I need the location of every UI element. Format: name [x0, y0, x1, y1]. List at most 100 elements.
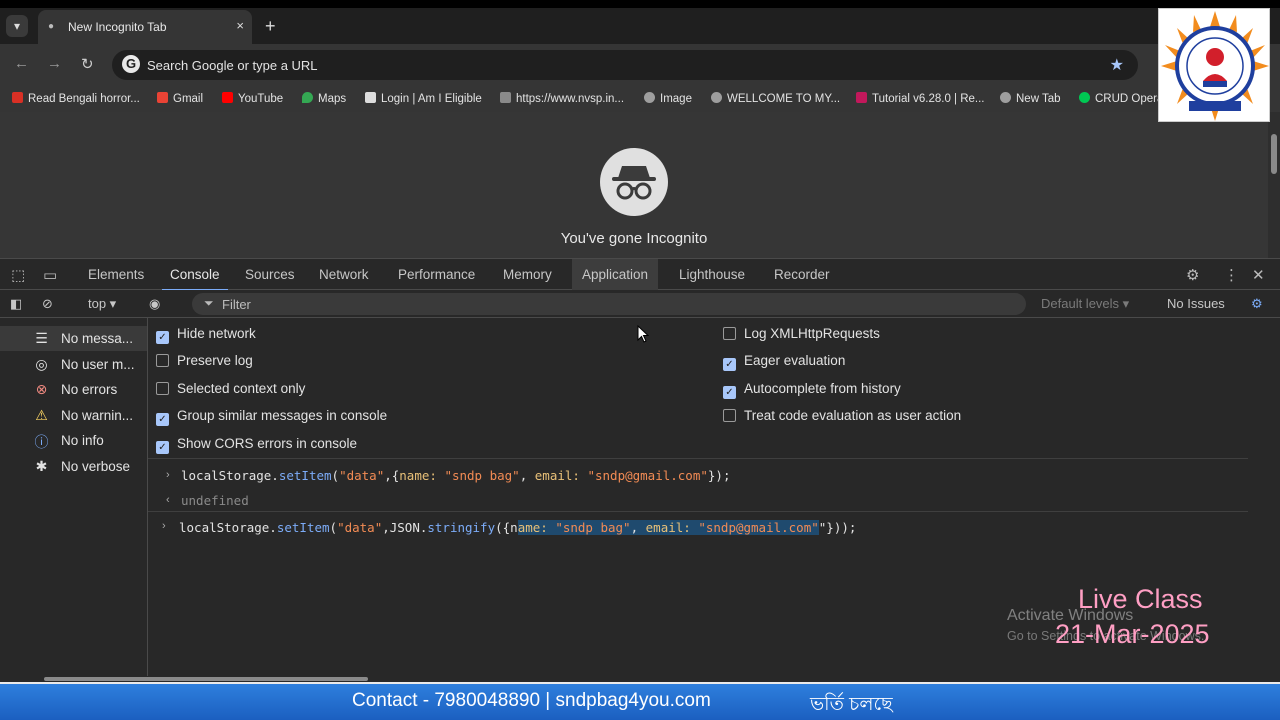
tab-application[interactable]: Application: [572, 259, 659, 290]
checkbox[interactable]: [156, 382, 169, 395]
scrollbar-thumb[interactable]: [44, 677, 368, 681]
reload-icon[interactable]: ↻: [81, 55, 94, 73]
option-autocomplete[interactable]: ✓ Autocomplete from history: [723, 381, 901, 399]
checkbox-checked[interactable]: ✓: [156, 413, 169, 426]
option-group-similar[interactable]: ✓ Group similar messages in console: [156, 408, 387, 426]
tab-elements[interactable]: Elements: [88, 267, 144, 282]
bookmark-item[interactable]: Maps: [302, 92, 346, 105]
bookmark-item[interactable]: Tutorial v6.28.0 | Re...: [856, 92, 985, 105]
bookmark-item[interactable]: YouTube: [222, 92, 283, 105]
checkbox-checked[interactable]: ✓: [723, 386, 736, 399]
option-label: Selected context only: [177, 381, 306, 396]
option-label: Show CORS errors in console: [177, 436, 358, 451]
bookmark-item[interactable]: CRUD Opera: [1079, 92, 1163, 105]
tab-console[interactable]: Console: [162, 267, 227, 291]
sidebar-item-warnings[interactable]: ⚠ No warnin...: [0, 403, 147, 428]
console-current-input[interactable]: localStorage.setItem("data",JSON.stringi…: [179, 520, 856, 535]
code-token: ,: [519, 468, 535, 483]
tab-performance[interactable]: Performance: [398, 267, 475, 282]
tab-incognito[interactable]: ● New Incognito Tab ×: [38, 10, 252, 44]
tab-memory[interactable]: Memory: [503, 267, 552, 282]
code-token: ame:: [517, 520, 548, 535]
filter-input[interactable]: ⏷ Filter: [192, 293, 1026, 315]
new-tab-button[interactable]: +: [265, 16, 276, 37]
context-selector[interactable]: top ▾: [88, 296, 116, 312]
clear-console-icon[interactable]: ⊘: [42, 296, 53, 312]
back-icon[interactable]: ←: [14, 55, 29, 72]
settings-gear-icon[interactable]: ⚙: [1186, 266, 1199, 284]
tab-lighthouse[interactable]: Lighthouse: [679, 267, 745, 282]
tab-close-button[interactable]: ×: [236, 18, 244, 33]
more-options-icon[interactable]: ⋮: [1224, 266, 1239, 284]
option-label: Autocomplete from history: [744, 381, 901, 396]
tab-network[interactable]: Network: [319, 267, 369, 282]
log-levels-dropdown[interactable]: Default levels ▾: [1041, 296, 1129, 312]
address-bar[interactable]: G Search Google or type a URL ★: [112, 50, 1138, 80]
channel-logo: [1158, 8, 1270, 122]
bookmark-item[interactable]: New Tab: [1000, 92, 1061, 105]
code-token: "}));: [818, 520, 857, 535]
bookmark-item[interactable]: Login | Am I Eligible: [365, 92, 482, 105]
console-toolbar: ◧ ⊘ top ▾ ◉ ⏷ Filter Default levels ▾ No…: [0, 290, 1280, 318]
scrollbar-thumb[interactable]: [1271, 134, 1277, 174]
option-preserve-log[interactable]: Preserve log: [156, 353, 253, 368]
sidebar-item-verbose[interactable]: ✱ No verbose: [0, 454, 147, 479]
code-token: "data": [339, 468, 385, 483]
code-token: "sndp bag": [444, 468, 520, 483]
checkbox-checked[interactable]: ✓: [723, 358, 736, 371]
code-token: name:: [399, 468, 437, 483]
option-log-xhr[interactable]: Log XMLHttpRequests: [723, 326, 880, 341]
option-eager-eval[interactable]: ✓ Eager evaluation: [723, 353, 845, 371]
bookmark-item[interactable]: Gmail: [157, 92, 203, 105]
bookmark-item[interactable]: Read Bengali horror...: [12, 92, 140, 105]
checkbox[interactable]: [723, 409, 736, 422]
console-settings-gear-icon[interactable]: ⚙: [1251, 296, 1263, 312]
forward-icon[interactable]: →: [47, 55, 62, 72]
sidebar-item-label: No info: [61, 433, 104, 448]
code-token: localStorage.: [181, 468, 279, 483]
admission-text: ভর্তি চলছে: [810, 694, 893, 715]
checkbox-checked[interactable]: ✓: [156, 441, 169, 454]
code-token: email:: [645, 520, 691, 535]
incognito-icon: [600, 148, 668, 216]
bookmark-item[interactable]: https://www.nvsp.in...: [500, 92, 624, 105]
sidebar-item-errors[interactable]: ⊗ No errors: [0, 377, 147, 402]
sidebar-item-label: No verbose: [61, 459, 131, 474]
gmail-icon: [157, 92, 168, 103]
bookmark-label: Image: [660, 93, 692, 105]
option-selected-context[interactable]: Selected context only: [156, 381, 305, 396]
tab-recorder[interactable]: Recorder: [774, 267, 830, 282]
sidebar-item-messages[interactable]: ☰ No messa...: [0, 326, 147, 351]
bookmark-star-icon[interactable]: ★: [1110, 55, 1124, 75]
option-cors-errors[interactable]: ✓ Show CORS errors in console: [156, 436, 357, 454]
issues-counter[interactable]: No Issues: [1167, 296, 1225, 311]
close-devtools-icon[interactable]: ✕: [1252, 266, 1265, 284]
option-treat-user-action[interactable]: Treat code evaluation as user action: [723, 408, 961, 423]
page-scrollbar[interactable]: [1268, 112, 1280, 258]
device-toolbar-icon[interactable]: ▭: [43, 266, 57, 284]
sidebar-item-info[interactable]: ⓘ No info: [0, 428, 147, 453]
page-icon: [365, 92, 376, 103]
tab-strip: ▾ ● New Incognito Tab × +: [0, 8, 1280, 44]
tab-title: New Incognito Tab: [68, 20, 167, 34]
bookmark-item[interactable]: Image: [644, 92, 692, 105]
checkbox-checked[interactable]: ✓: [156, 331, 169, 344]
sidebar-item-user-messages[interactable]: ◎ No user m...: [0, 352, 147, 377]
maps-icon: [302, 92, 313, 103]
bookmark-label: Gmail: [173, 93, 204, 105]
error-icon: ⊗: [35, 381, 48, 397]
live-expression-eye-icon[interactable]: ◉: [149, 296, 160, 312]
option-hide-network[interactable]: ✓ Hide network: [156, 326, 256, 344]
sidebar-toggle-icon[interactable]: ◧: [10, 296, 22, 312]
address-placeholder: Search Google or type a URL: [147, 58, 318, 73]
inspect-element-icon[interactable]: ⬚: [11, 266, 25, 284]
tab-search-button[interactable]: ▾: [6, 15, 28, 37]
tab-sources[interactable]: Sources: [245, 267, 295, 282]
code-token: "sndp@gmail.com": [698, 520, 819, 535]
checkbox[interactable]: [156, 354, 169, 367]
console-sidebar: ☰ No messa... ◎ No user m... ⊗ No errors…: [0, 318, 148, 680]
bookmark-item[interactable]: WELLCOME TO MY...: [711, 92, 840, 105]
bookmark-label: Maps: [318, 93, 347, 105]
checkbox[interactable]: [723, 327, 736, 340]
code-token: "sndp@gmail.com": [587, 468, 708, 483]
